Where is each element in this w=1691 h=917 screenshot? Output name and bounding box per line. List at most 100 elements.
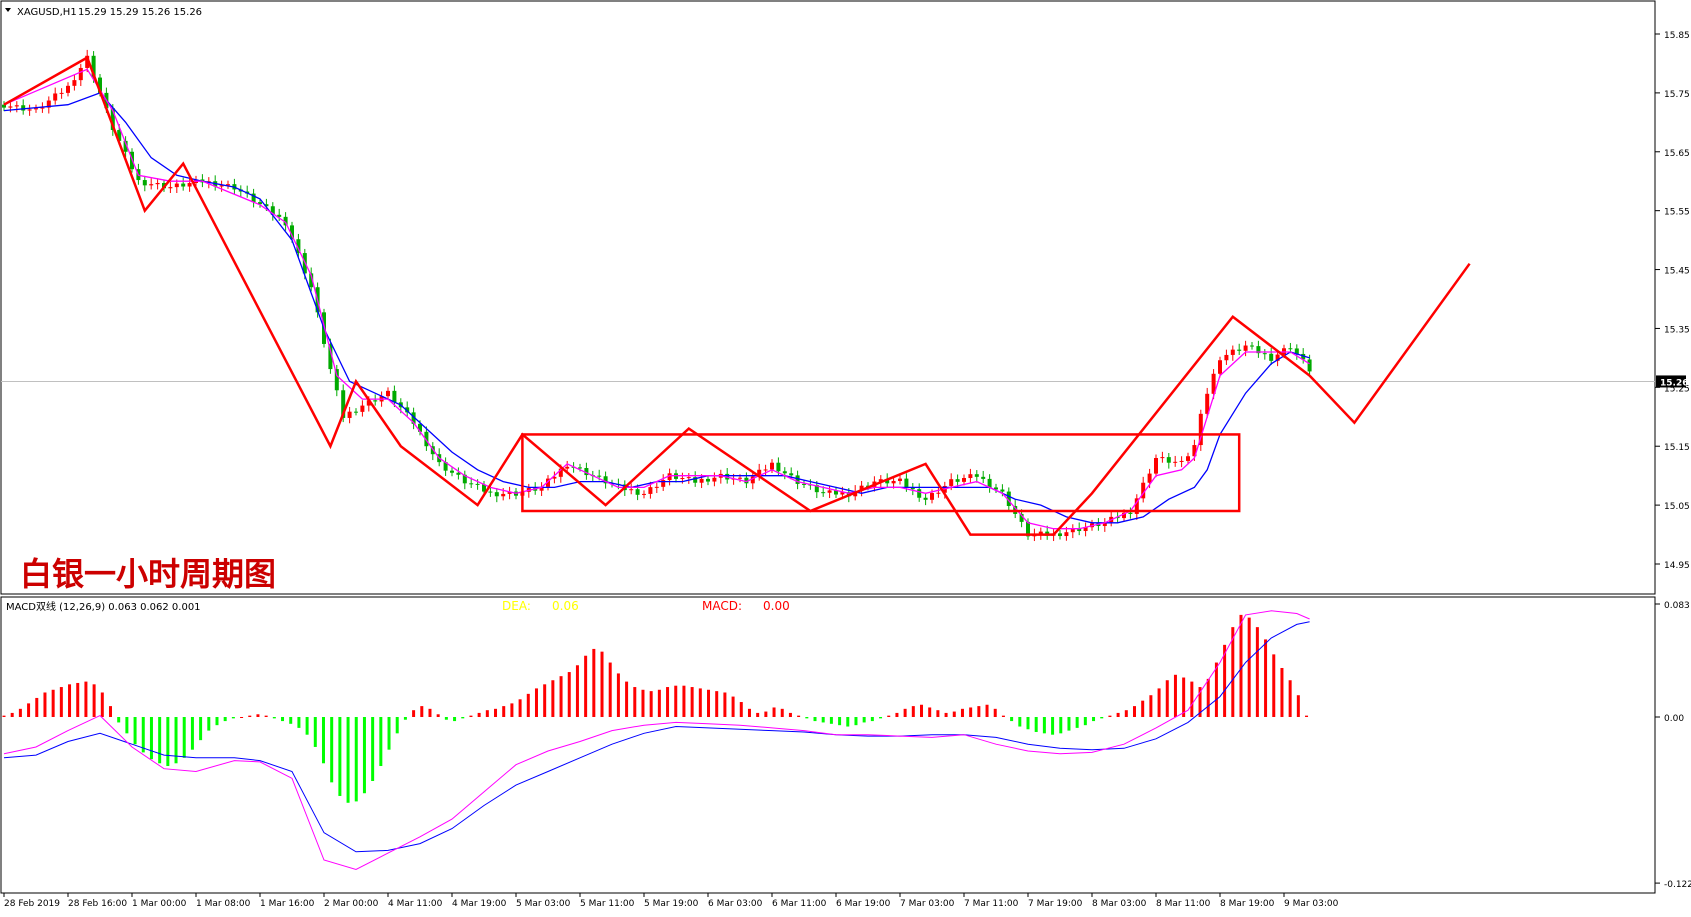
macd-hist-bar [575, 665, 579, 717]
macd-hist-bar [420, 706, 424, 717]
macd-hist-bar [436, 714, 440, 717]
macd-hist-bar [772, 707, 776, 717]
macd-hist-bar [35, 697, 39, 717]
macd-hist-bar [534, 688, 538, 717]
macd-hist-bar [895, 712, 899, 717]
macd-hist-bar [1042, 717, 1046, 734]
candle-body [354, 411, 358, 413]
macd-hist-bar [207, 717, 211, 731]
macd-hist-bar [182, 717, 186, 758]
candle-body [763, 469, 768, 471]
macd-hist-bar [1141, 700, 1145, 717]
macd-hist-bar [354, 717, 358, 802]
macd-hist-bar [281, 717, 285, 722]
macd-hist-bar [469, 715, 473, 717]
macd-hist-bar [18, 708, 22, 717]
time-tick-label: 7 Mar 19:00 [1028, 899, 1083, 909]
macd-hist-bar [985, 704, 989, 717]
macd-hist-bar [887, 715, 891, 717]
candle-body [648, 487, 653, 494]
macd-hist-bar [1305, 715, 1309, 717]
macd-hist-bar [854, 717, 858, 726]
macd-hist-bar [1132, 706, 1136, 717]
macd-hist-bar [84, 681, 88, 717]
candle-body [1243, 345, 1248, 351]
macd-hist-bar [313, 717, 317, 747]
candle-body [962, 478, 966, 482]
macd-hist-bar [1001, 715, 1005, 717]
candle-body [386, 390, 390, 397]
candle-body [776, 462, 781, 472]
macd-hist-bar [616, 673, 620, 717]
time-tick-label: 9 Mar 03:00 [1284, 899, 1339, 909]
macd-hist-bar [379, 717, 383, 767]
time-axis: 28 Feb 2019 28 Feb 16:00 1 Mar 00:00 1 Mar … [3, 893, 1339, 909]
candle-body [1288, 348, 1293, 350]
candle-body [917, 489, 922, 498]
candle-body [795, 475, 800, 484]
macd-hist-bar [51, 689, 55, 717]
macd-hist-bar [428, 708, 432, 717]
candle-body [450, 470, 454, 473]
macd-hist-bar [256, 714, 260, 717]
candle-body [712, 477, 717, 482]
macd-hist-bar [1255, 627, 1259, 717]
candle-body [1058, 533, 1062, 537]
macd-hist-bar [231, 717, 235, 719]
macd-hist-bar [477, 712, 481, 717]
macd-panel-frame [0, 596, 1656, 894]
macd-hist-bar [1165, 680, 1169, 717]
time-tick-label: 28 Feb 2019 [4, 899, 60, 909]
macd-hist-bar [510, 703, 514, 717]
candle-body [59, 92, 64, 94]
candle-body [155, 182, 160, 185]
candle-body [142, 180, 147, 186]
macd-hist-bar [862, 717, 866, 723]
dea-label: DEA: [502, 599, 531, 613]
candle-body [1218, 360, 1222, 374]
macd-hist-bar [1075, 717, 1079, 728]
time-tick-label: 7 Mar 03:00 [900, 899, 955, 909]
price-axis-ticks: 15.8515.7515.6515.5515.4515.3515.2515.15… [1655, 31, 1690, 571]
macd-hist-bar [215, 717, 219, 726]
candle-body [78, 67, 83, 81]
price-tick-label: 15.85 [1664, 31, 1690, 41]
macd-hist-bar [387, 717, 391, 750]
time-tick-label: 5 Mar 19:00 [644, 899, 699, 909]
current-price-label: 15.26 [1660, 378, 1688, 388]
macd-hist-bar [1272, 654, 1276, 717]
candle-body [642, 493, 646, 495]
candle-body [1128, 512, 1133, 514]
candle-body [1179, 460, 1184, 462]
macd-hist-bar [1264, 639, 1268, 717]
candle-body [27, 109, 32, 111]
macd-hist-bar [68, 684, 72, 717]
candle-body [494, 492, 499, 497]
candle-body [1237, 349, 1242, 351]
macd-hist-bar [879, 717, 883, 719]
symbol-label: XAGUSD,H1 [17, 7, 77, 18]
macd-hist-bar [805, 717, 809, 719]
time-tick-label: 28 Feb 16:00 [68, 899, 127, 909]
macd-hist-bar [846, 717, 850, 727]
candle-body [1000, 489, 1005, 492]
macd-hist-bar [944, 712, 948, 717]
candle-body [1230, 349, 1235, 355]
candle-body [821, 492, 826, 494]
candle-body [891, 480, 896, 484]
macd-hist-bar [739, 702, 743, 717]
macd-hist-bar [346, 717, 350, 803]
macd-hist-bar [1182, 677, 1186, 717]
macd-hist-bar [1149, 695, 1153, 717]
macd-hist-bar [756, 712, 760, 717]
candle-body [8, 106, 13, 108]
macd-hist-bar [2, 715, 6, 717]
candle-body [936, 492, 941, 494]
candle-body [1166, 457, 1171, 463]
time-tick-label: 8 Mar 11:00 [1156, 899, 1211, 909]
macd-hist-bar [485, 710, 489, 717]
macd-hist-bar [1280, 667, 1284, 717]
candle-body [1064, 532, 1069, 537]
macd-hist-bar [960, 708, 964, 717]
macd-hist-bar [1108, 715, 1112, 717]
